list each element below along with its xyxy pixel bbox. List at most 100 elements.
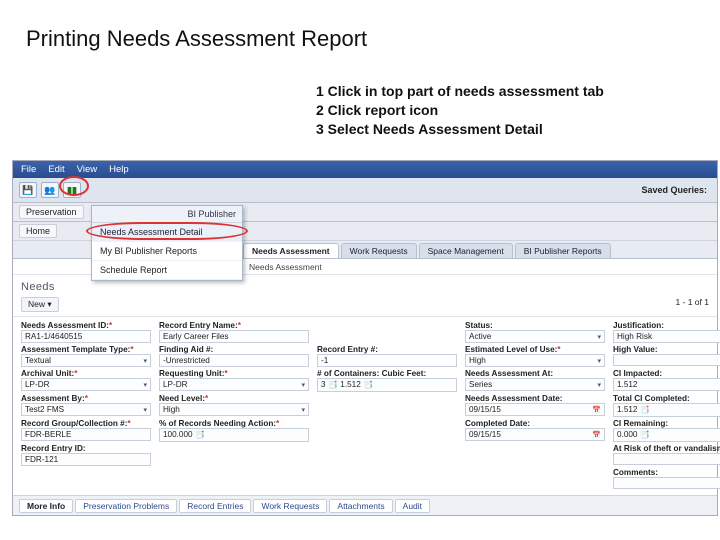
icon-toolbar: 💾 👥 ▮▮ Saved Queries: bbox=[13, 178, 717, 203]
form-grid: Needs Assessment ID:*RA1-1/4640515 Record… bbox=[13, 317, 717, 495]
field-label: Record Group/Collection #:* bbox=[21, 419, 151, 428]
dropdown-item-schedule-report[interactable]: Schedule Report bbox=[92, 261, 242, 280]
field-label: Needs Assessment At: bbox=[465, 369, 605, 378]
menu-help[interactable]: Help bbox=[109, 164, 129, 175]
chevron-down-icon: ▾ bbox=[597, 333, 601, 341]
field-value[interactable]: FDR-BERLE bbox=[21, 428, 151, 441]
field-value[interactable]: -Unrestricted bbox=[159, 354, 309, 367]
chevron-down-icon: ▾ bbox=[597, 381, 601, 389]
field-label: Completed Date: bbox=[465, 419, 605, 428]
bottom-tab-bar: More Info Preservation Problems Record E… bbox=[13, 495, 717, 515]
form-field: Comments: bbox=[613, 468, 720, 489]
form-field: Justification:High Risk▾ bbox=[613, 321, 720, 343]
form-field: Need Level:*High▾ bbox=[159, 394, 309, 417]
form-field: Needs Assessment ID:*RA1-1/4640515 bbox=[21, 321, 151, 343]
report-icon[interactable]: ▮▮ bbox=[63, 182, 81, 198]
save-icon[interactable]: 💾 bbox=[19, 182, 37, 198]
saved-queries-label: Saved Queries: bbox=[641, 185, 711, 195]
field-label: Record Entry ID: bbox=[21, 444, 151, 453]
field-label: Justification: bbox=[613, 321, 720, 330]
form-field: % of Records Needing Action:*100.000 📑 bbox=[159, 419, 309, 442]
field-value[interactable]: FDR-121 bbox=[21, 453, 151, 466]
field-value[interactable]: 09/15/15📅 bbox=[465, 403, 605, 416]
dropdown-item-my-reports[interactable]: My BI Publisher Reports bbox=[92, 242, 242, 261]
field-label: At Risk of theft or vandalism bbox=[613, 444, 720, 453]
field-label: Record Entry Name:* bbox=[159, 321, 309, 330]
field-value[interactable]: 09/15/15📅 bbox=[465, 428, 605, 441]
chevron-down-icon: ▾ bbox=[143, 357, 147, 365]
field-value[interactable]: High▾ bbox=[159, 403, 309, 416]
crumb-home[interactable]: Home bbox=[19, 224, 57, 238]
btab-attachments[interactable]: Attachments bbox=[329, 499, 392, 513]
field-value[interactable]: LP-DR▾ bbox=[21, 378, 151, 391]
field-label: # of Containers: Cubic Feet: bbox=[317, 369, 457, 378]
users-icon[interactable]: 👥 bbox=[41, 182, 59, 198]
calendar-icon: 📅 bbox=[592, 431, 601, 439]
chevron-down-icon: ▾ bbox=[143, 406, 147, 414]
page-title: Printing Needs Assessment Report bbox=[0, 0, 720, 52]
report-dropdown: BI Publisher Needs Assessment Detail My … bbox=[91, 205, 243, 281]
btab-work-requests[interactable]: Work Requests bbox=[253, 499, 327, 513]
field-value[interactable]: Early Career Files bbox=[159, 330, 309, 343]
form-field: Status:Active▾ bbox=[465, 321, 605, 343]
dropdown-item-needs-assessment-detail[interactable]: Needs Assessment Detail bbox=[92, 223, 242, 242]
tab-work-requests[interactable]: Work Requests bbox=[341, 243, 417, 258]
field-value[interactable]: Series▾ bbox=[465, 378, 605, 391]
field-value[interactable]: Test2 FMS▾ bbox=[21, 403, 151, 416]
field-value[interactable]: LP-DR▾ bbox=[159, 378, 309, 391]
btab-audit[interactable]: Audit bbox=[395, 499, 430, 513]
form-field: Assessment Template Type:*Textual▾ bbox=[21, 345, 151, 367]
form-field: Record Entry #:-1 bbox=[317, 345, 457, 367]
form-field: CI Impacted:1.512📑 bbox=[613, 369, 720, 392]
form-field: Estimated Level of Use:*High▾ bbox=[465, 345, 605, 367]
field-label: Assessment Template Type:* bbox=[21, 345, 151, 354]
new-button[interactable]: New ▾ bbox=[21, 297, 59, 312]
field-label: Needs Assessment ID:* bbox=[21, 321, 151, 330]
field-value[interactable]: Textual▾ bbox=[21, 354, 151, 367]
form-field: Needs Assessment Date:09/15/15📅 bbox=[465, 394, 605, 417]
field-label: Assessment By:* bbox=[21, 394, 151, 403]
field-value[interactable]: -1 bbox=[317, 354, 457, 367]
form-field: Needs Assessment At:Series▾ bbox=[465, 369, 605, 392]
form-field: Finding Aid #:-Unrestricted bbox=[159, 345, 309, 367]
form-field: Record Entry Name:*Early Career Files bbox=[159, 321, 309, 343]
menu-view[interactable]: View bbox=[77, 164, 97, 175]
record-count: 1 - 1 of 1 bbox=[675, 297, 709, 312]
field-label: CI Impacted: bbox=[613, 369, 720, 378]
field-value[interactable] bbox=[613, 354, 720, 366]
form-field: Archival Unit:*LP-DR▾ bbox=[21, 369, 151, 392]
chevron-down-icon: ▾ bbox=[597, 357, 601, 365]
field-label: Status: bbox=[465, 321, 605, 330]
field-label: Estimated Level of Use:* bbox=[465, 345, 605, 354]
tab-needs-assessment[interactable]: Needs Assessment bbox=[243, 243, 339, 258]
tab-bi-publisher[interactable]: BI Publisher Reports bbox=[515, 243, 611, 258]
btab-more-info[interactable]: More Info bbox=[19, 499, 73, 513]
field-value[interactable]: RA1-1/4640515 bbox=[21, 330, 151, 343]
instruction-line: 3 Select Needs Assessment Detail bbox=[316, 120, 604, 139]
btab-record-entries[interactable]: Record Entries bbox=[179, 499, 251, 513]
field-value[interactable]: 1.512📑 bbox=[613, 378, 720, 391]
chevron-down-icon: ▾ bbox=[301, 406, 305, 414]
form-field: # of Containers: Cubic Feet:3 📑 1.512 📑 bbox=[317, 369, 457, 392]
chevron-down-icon: ▾ bbox=[301, 381, 305, 389]
field-value[interactable]: 100.000 📑 bbox=[159, 428, 309, 442]
form-field: CI Remaining:0.000 📑 bbox=[613, 419, 720, 442]
field-value[interactable]: 3 📑 1.512 📑 bbox=[317, 378, 457, 392]
field-value[interactable]: High Risk▾ bbox=[613, 330, 720, 343]
dropdown-header: BI Publisher bbox=[92, 206, 242, 223]
app-window: File Edit View Help 💾 👥 ▮▮ Saved Queries… bbox=[12, 160, 718, 516]
field-label: Total CI Completed: bbox=[613, 394, 720, 403]
field-label: % of Records Needing Action:* bbox=[159, 419, 309, 428]
field-value[interactable] bbox=[613, 477, 720, 489]
tab-space-management[interactable]: Space Management bbox=[419, 243, 513, 258]
btab-preservation-problems[interactable]: Preservation Problems bbox=[75, 499, 177, 513]
field-value[interactable]: High▾ bbox=[465, 354, 605, 367]
menu-edit[interactable]: Edit bbox=[48, 164, 64, 175]
menu-file[interactable]: File bbox=[21, 164, 36, 175]
field-value[interactable]: 0.000 📑 bbox=[613, 428, 720, 442]
field-value[interactable] bbox=[613, 453, 720, 465]
field-value[interactable]: 1.512 📑 bbox=[613, 403, 720, 417]
crumb-preservation[interactable]: Preservation bbox=[19, 205, 84, 219]
field-value[interactable]: Active▾ bbox=[465, 330, 605, 343]
instruction-line: 1 Click in top part of needs assessment … bbox=[316, 82, 604, 101]
